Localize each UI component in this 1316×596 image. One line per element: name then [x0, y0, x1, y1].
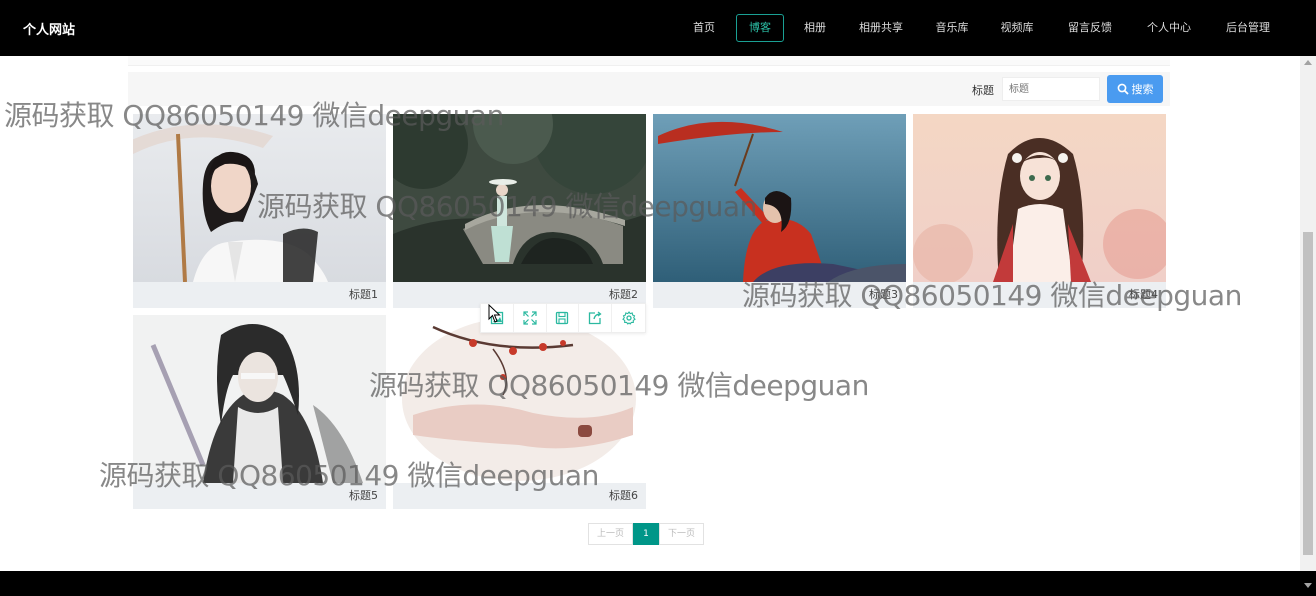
fullscreen-icon[interactable] [514, 304, 547, 332]
card-title: 标题4 [1129, 288, 1158, 301]
nav-item-profile[interactable]: 个人中心 [1145, 14, 1193, 42]
search-icon [1117, 83, 1129, 95]
search-label: 标题 [972, 84, 994, 97]
search-input[interactable] [1002, 77, 1100, 101]
mouse-cursor-icon [488, 304, 501, 323]
gallery-image[interactable] [393, 315, 646, 483]
card-title: 标题3 [869, 288, 898, 301]
pagination-next[interactable]: 下一页 [659, 523, 705, 545]
pagination-page-current[interactable]: 1 [633, 523, 660, 545]
pagination: 上一页 1 下一页 [588, 523, 705, 545]
image-toolbar [480, 303, 646, 333]
gallery-card[interactable]: 标题1 [133, 114, 386, 308]
nav-item-home[interactable]: 首页 [691, 14, 717, 42]
gallery-card[interactable]: 标题6 [393, 315, 646, 509]
save-icon[interactable] [547, 304, 580, 332]
site-name[interactable]: 个人网站 [23, 19, 75, 38]
nav-item-album[interactable]: 相册 [802, 14, 828, 42]
card-title: 标题6 [609, 489, 638, 502]
nav-item-album-share[interactable]: 相册共享 [857, 14, 905, 42]
gallery-image[interactable] [653, 114, 906, 282]
nav-item-music[interactable]: 音乐库 [934, 14, 970, 42]
gallery-card[interactable]: 标题2 [393, 114, 646, 308]
nav-item-feedback[interactable]: 留言反馈 [1066, 14, 1114, 42]
scroll-up-arrow-icon[interactable] [1304, 60, 1312, 65]
page: 个人网站 首页 博客 相册 相册共享 音乐库 视频库 留言反馈 个人中心 后台管… [0, 0, 1316, 596]
nav-item-video[interactable]: 视频库 [999, 14, 1035, 42]
pagination-prev[interactable]: 上一页 [588, 523, 634, 545]
gallery-image[interactable] [133, 315, 386, 483]
gallery-image[interactable] [913, 114, 1166, 282]
card-title: 标题1 [349, 288, 378, 301]
scroll-down-arrow-icon[interactable] [1304, 583, 1312, 588]
nav-item-admin[interactable]: 后台管理 [1224, 14, 1272, 42]
settings-icon[interactable] [612, 304, 645, 332]
nav-item-blog[interactable]: 博客 [736, 14, 784, 42]
scrollbar-thumb[interactable] [1303, 232, 1313, 555]
gallery-card[interactable]: 标题4 [913, 114, 1166, 308]
gallery-card[interactable]: 标题3 [653, 114, 906, 308]
gallery-image[interactable] [393, 114, 646, 282]
top-navbar: 个人网站 首页 博客 相册 相册共享 音乐库 视频库 留言反馈 个人中心 后台管… [0, 0, 1316, 56]
vertical-scrollbar[interactable] [1300, 56, 1316, 571]
card-title: 标题2 [609, 288, 638, 301]
footer-bar [0, 571, 1316, 596]
search-button[interactable]: 搜索 [1107, 75, 1163, 103]
share-icon[interactable] [579, 304, 613, 332]
card-title: 标题5 [349, 489, 378, 502]
gallery-card[interactable]: 标题5 [133, 315, 386, 509]
content-top-strip [128, 56, 1170, 66]
search-button-label: 搜索 [1131, 84, 1154, 96]
search-bar: 标题 搜索 [128, 72, 1170, 106]
gallery-image[interactable] [133, 114, 386, 282]
